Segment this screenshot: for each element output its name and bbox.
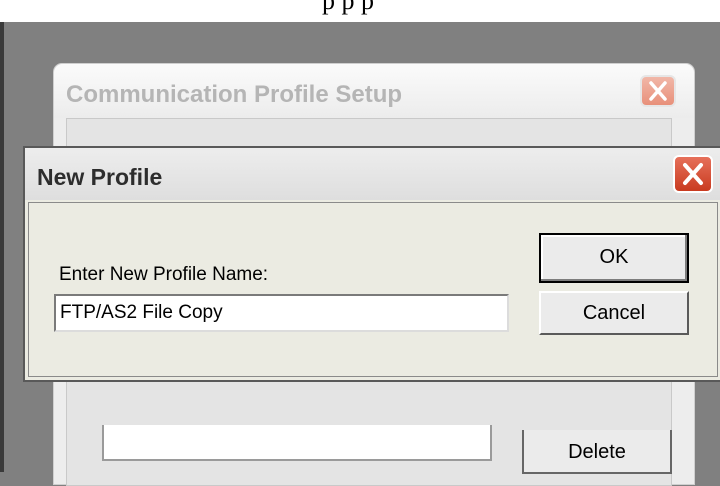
dialog-titlebar: New Profile [25,148,720,200]
profile-name-input[interactable] [54,294,509,332]
close-icon[interactable] [640,75,676,107]
cancel-button[interactable]: Cancel [539,291,689,335]
top-strip: p p p [0,0,720,22]
profile-list[interactable] [102,425,492,461]
dialog-title: New Profile [37,164,163,190]
left-edge [0,22,4,472]
partial-text: p p p [322,0,374,15]
new-profile-dialog: New Profile Enter New Profile Name: OK C… [23,146,720,382]
profile-name-label: Enter New Profile Name: [59,264,269,285]
bg-window-title: Communication Profile Setup [66,81,403,108]
delete-button[interactable]: Delete [522,430,672,474]
close-icon[interactable] [673,155,713,193]
ok-button[interactable]: OK [539,233,689,283]
bg-window-titlebar: Communication Profile Setup [54,64,694,118]
dialog-content-frame [28,202,718,377]
